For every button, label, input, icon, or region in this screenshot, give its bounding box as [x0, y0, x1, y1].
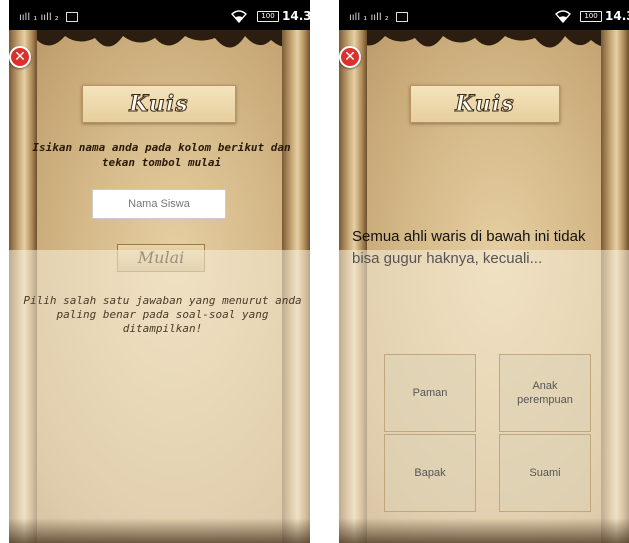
- question-text: Semua ahli waris di bawah ini tidak bisa…: [352, 226, 629, 270]
- answer-option-b[interactable]: Anak perempuan: [499, 354, 591, 432]
- scroll-bottom-edge: [9, 518, 310, 543]
- answer-label: Paman: [412, 387, 448, 399]
- close-icon: ✕: [14, 49, 26, 65]
- answer-label: Suami: [529, 467, 561, 479]
- name-input[interactable]: Nama Siswa: [92, 189, 226, 219]
- answer-option-d[interactable]: Suami: [499, 434, 591, 512]
- question-line-2: bisa gugur haknya, kecuali...: [352, 250, 543, 267]
- status-bar: ııll ₁ ııll ₂ 100 14.38: [9, 0, 310, 30]
- close-button[interactable]: ✕: [339, 46, 361, 68]
- answer-label: Bapak: [414, 467, 446, 479]
- clock: 14.38: [605, 9, 629, 23]
- close-icon: ✕: [344, 49, 356, 65]
- gallery-icon: [396, 12, 408, 22]
- answer-option-a[interactable]: Paman: [384, 354, 476, 432]
- answer-option-c[interactable]: Bapak: [384, 434, 476, 512]
- wifi-icon: [231, 10, 247, 23]
- question-line-1: Semua ahli waris di bawah ini tidak: [352, 228, 586, 245]
- scroll-top-edge: [339, 30, 629, 48]
- status-bar: ııll ₁ ııll ₂ 100 14.38: [339, 0, 629, 30]
- title-banner: Kuis: [410, 85, 560, 123]
- title-banner: Kuis: [82, 85, 236, 123]
- screen-start: ııll ₁ ııll ₂ 100 14.38 ✕ Kuis Isikan na…: [9, 0, 310, 543]
- screen-question: ııll ₁ ııll ₂ 100 14.38 ✕ Kuis Semua ahl…: [339, 0, 629, 543]
- scroll-top-edge: [9, 30, 310, 48]
- battery-icon: 100: [580, 11, 602, 22]
- wifi-icon: [555, 10, 571, 23]
- close-button[interactable]: ✕: [9, 46, 31, 68]
- signal-icon: ııll ₁ ııll ₂: [349, 12, 389, 23]
- clock: 14.38: [282, 9, 310, 23]
- page-title: Kuis: [129, 91, 189, 118]
- tip-text: Pilih salah satu jawaban yang menurut an…: [23, 294, 302, 335]
- scroll-bottom-edge: [339, 518, 629, 543]
- signal-icon: ııll ₁ ııll ₂: [19, 12, 59, 23]
- page-title: Kuis: [455, 91, 515, 118]
- battery-icon: 100: [257, 11, 279, 22]
- answer-label: Anak perempuan: [517, 380, 573, 406]
- instruction-text: Isikan nama anda pada kolom berikut dan …: [32, 141, 291, 169]
- gallery-icon: [66, 12, 78, 22]
